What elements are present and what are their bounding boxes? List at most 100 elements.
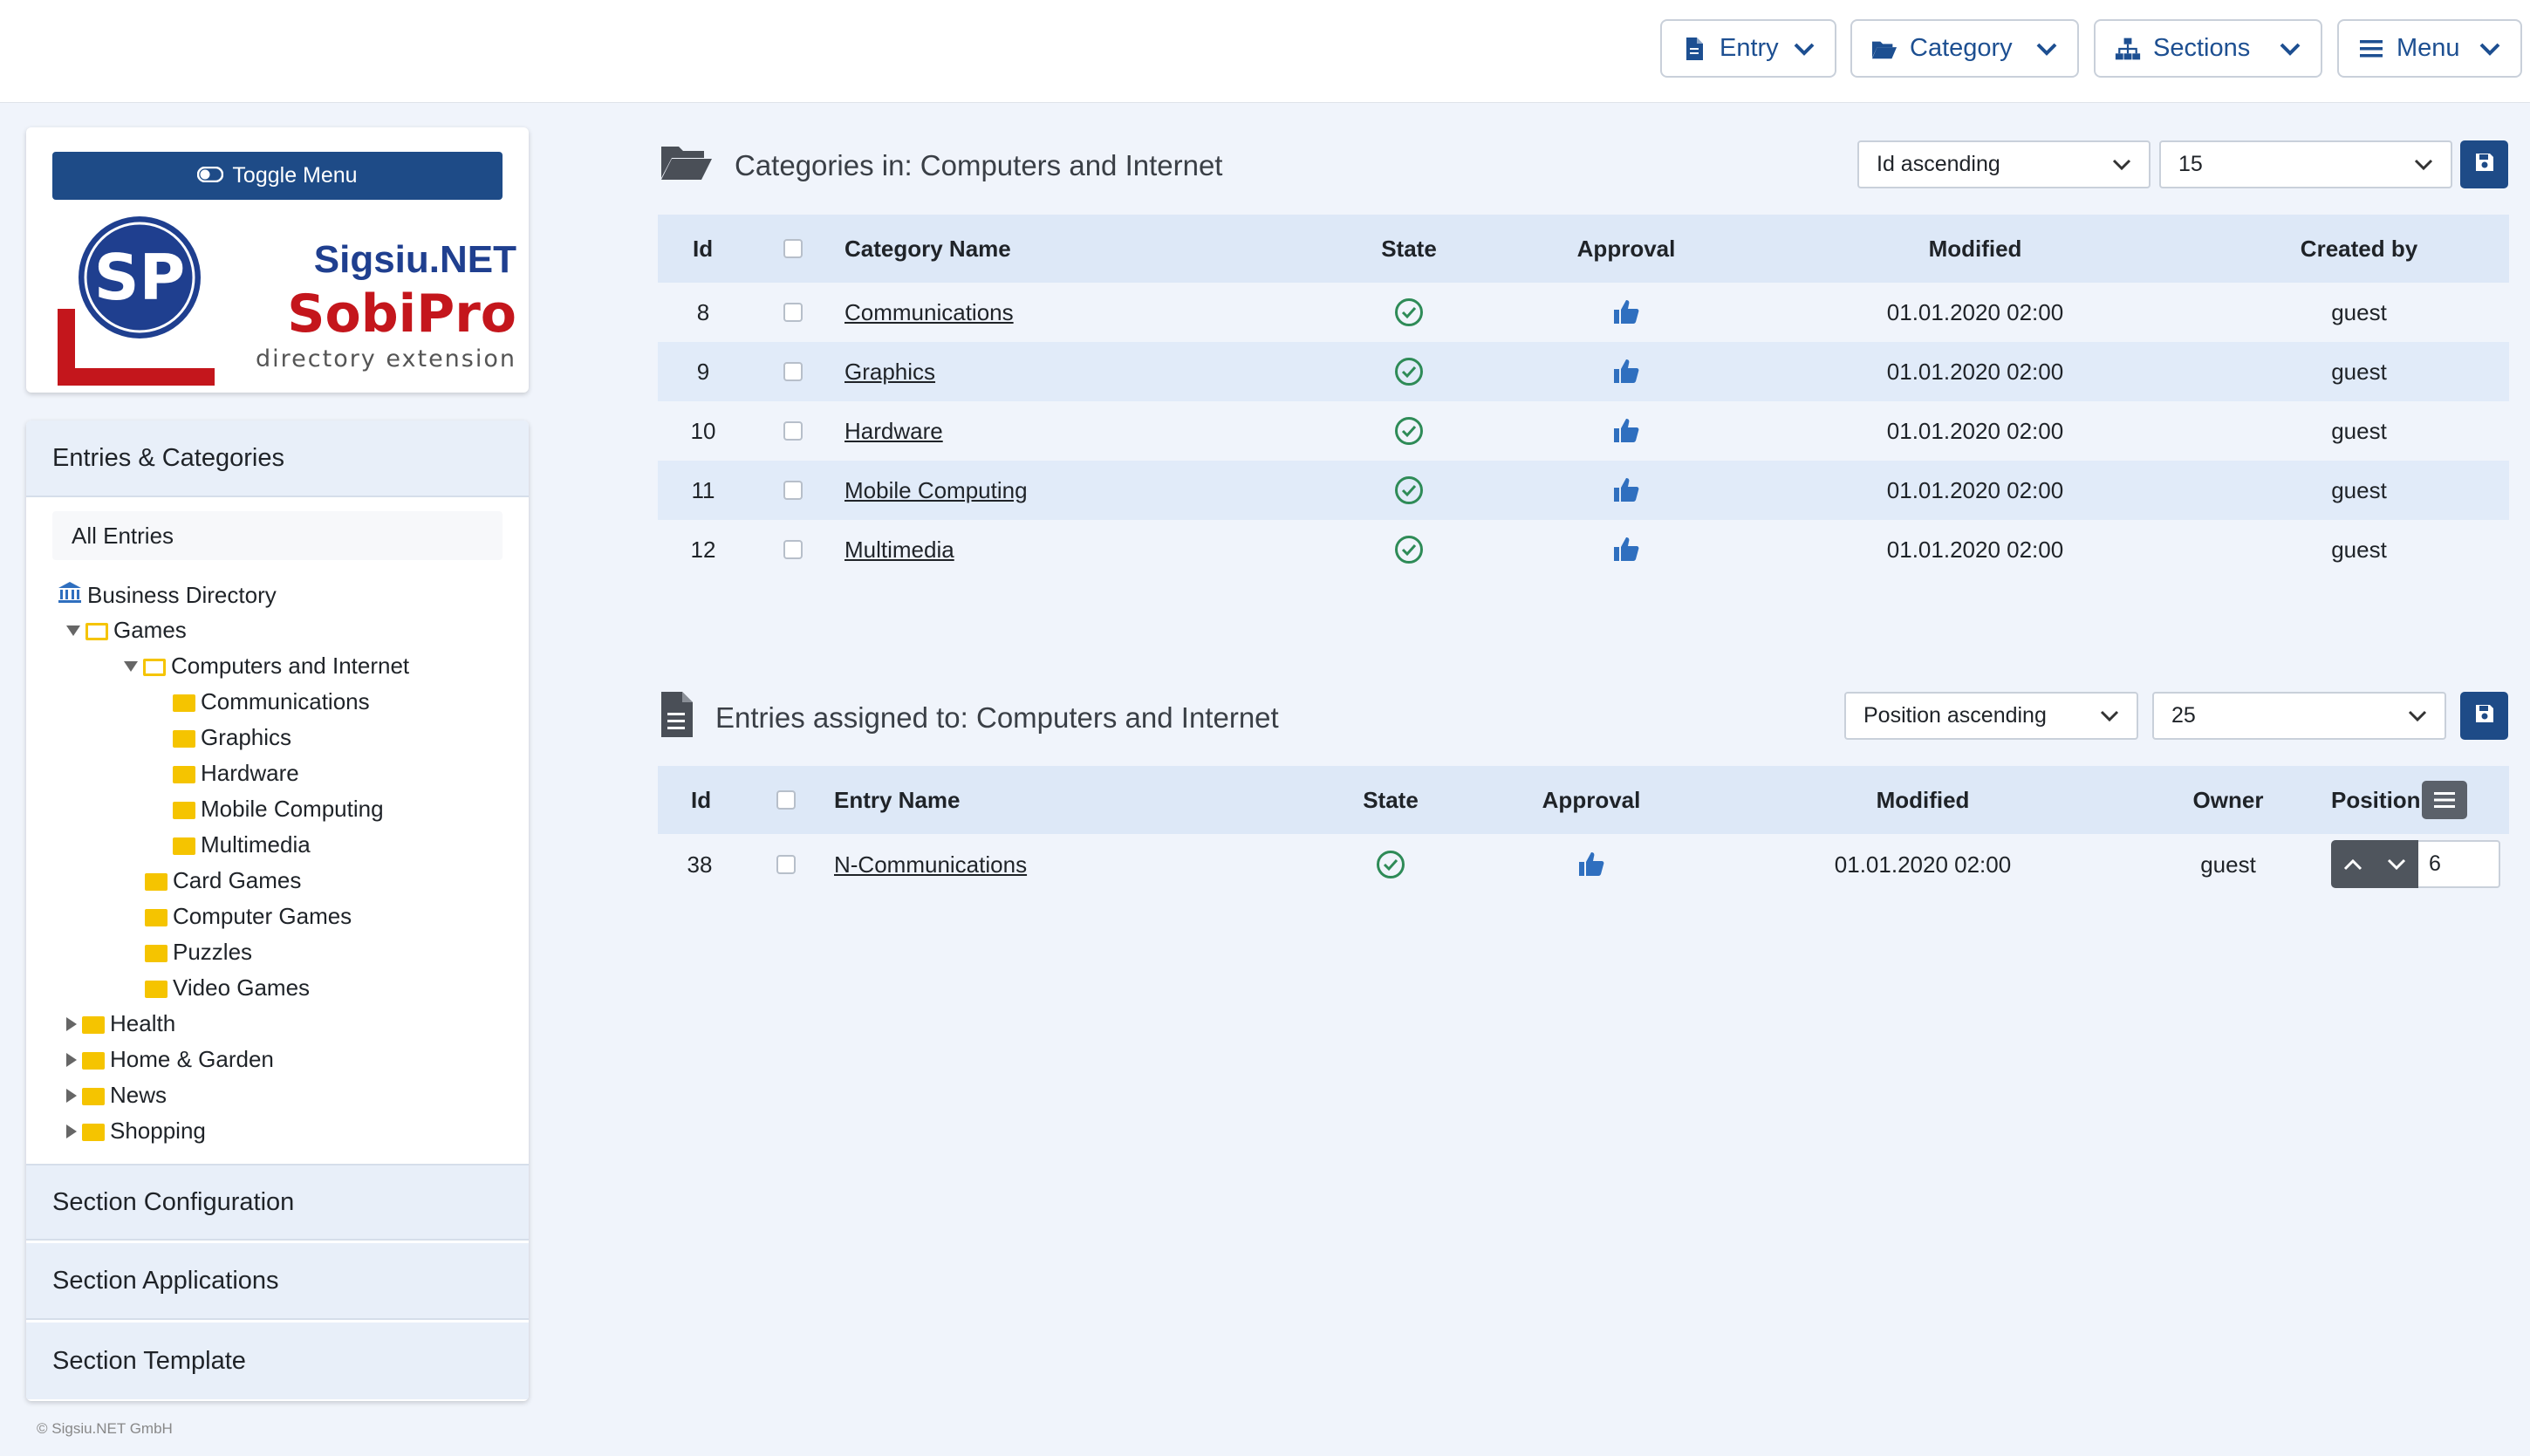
caret-down-icon bbox=[124, 660, 138, 672]
tree-item-computer-games[interactable]: Computer Games bbox=[145, 903, 352, 930]
tree-label: Mobile Computing bbox=[201, 796, 384, 822]
tree-item-card-games[interactable]: Card Games bbox=[145, 867, 301, 894]
col-approval[interactable]: Approval bbox=[1539, 215, 1713, 283]
row-checkbox[interactable] bbox=[776, 834, 796, 895]
thumbs-up-icon[interactable] bbox=[1539, 283, 1713, 342]
col-modified[interactable]: Modified bbox=[1818, 766, 2027, 834]
entries-save-button[interactable] bbox=[2460, 692, 2508, 740]
col-modified[interactable]: Modified bbox=[1870, 215, 2080, 283]
categories-title: Categories in: Computers and Internet bbox=[660, 143, 1222, 188]
entry-menu-button[interactable]: Entry bbox=[1660, 19, 1836, 78]
chevron-down-icon bbox=[2387, 858, 2406, 870]
chevron-down-icon bbox=[2279, 34, 2301, 63]
move-down-button[interactable] bbox=[2375, 840, 2418, 888]
col-entry-name[interactable]: Entry Name bbox=[834, 766, 961, 834]
copyright: © Sigsiu.NET GmbH bbox=[37, 1420, 173, 1437]
sections-menu-button[interactable]: Sections bbox=[2094, 19, 2322, 78]
row-id: 11 bbox=[691, 476, 715, 503]
state-published-icon[interactable] bbox=[1335, 401, 1483, 461]
accordion-section-applications[interactable]: Section Applications bbox=[26, 1243, 529, 1320]
accordion-section-configuration[interactable]: Section Configuration bbox=[26, 1164, 529, 1241]
select-all-checkbox[interactable] bbox=[783, 215, 803, 283]
col-position[interactable]: Position bbox=[2331, 766, 2421, 834]
categories-limit-select[interactable]: 15 bbox=[2159, 140, 2452, 188]
main-menu-button[interactable]: Menu bbox=[2337, 19, 2522, 78]
tree-label: Communications bbox=[201, 688, 370, 714]
col-state[interactable]: State bbox=[1335, 215, 1483, 283]
state-published-icon[interactable] bbox=[1335, 283, 1483, 342]
tree-item-shopping[interactable]: Shopping bbox=[66, 1118, 206, 1145]
tree-label: Card Games bbox=[173, 867, 302, 893]
category-link[interactable]: Communications bbox=[844, 283, 1014, 342]
row-id: 12 bbox=[690, 536, 716, 563]
category-link[interactable]: Graphics bbox=[844, 342, 935, 401]
all-entries-link[interactable]: All Entries bbox=[52, 511, 503, 560]
tree-item-multimedia[interactable]: Multimedia bbox=[173, 831, 311, 858]
row-id: 38 bbox=[687, 851, 713, 878]
state-published-icon[interactable] bbox=[1335, 342, 1483, 401]
row-checkbox[interactable] bbox=[783, 401, 803, 461]
tree-item-puzzles[interactable]: Puzzles bbox=[145, 939, 252, 966]
state-published-icon[interactable] bbox=[1316, 834, 1465, 895]
thumbs-up-icon[interactable] bbox=[1539, 342, 1713, 401]
entries-limit-select[interactable]: 25 bbox=[2152, 692, 2446, 740]
entries-order-select[interactable]: Position ascending bbox=[1844, 692, 2138, 740]
category-menu-button[interactable]: Category bbox=[1850, 19, 2079, 78]
state-published-icon[interactable] bbox=[1335, 461, 1483, 520]
thumbs-up-icon[interactable] bbox=[1539, 401, 1713, 461]
thumbs-up-icon[interactable] bbox=[1539, 520, 1713, 579]
col-created-by[interactable]: Created by bbox=[2254, 215, 2464, 283]
tree-item-home-garden[interactable]: Home & Garden bbox=[66, 1046, 274, 1073]
select-value: Position ascending bbox=[1863, 703, 2047, 728]
tree-item-computers-internet[interactable]: Computers and Internet bbox=[124, 653, 409, 680]
row-owner: guest bbox=[2200, 851, 2256, 878]
state-published-icon[interactable] bbox=[1335, 520, 1483, 579]
categories-save-button[interactable] bbox=[2460, 140, 2508, 188]
thumbs-up-icon[interactable] bbox=[1504, 834, 1679, 895]
tree-item-mobile-computing[interactable]: Mobile Computing bbox=[173, 796, 384, 823]
reorder-button[interactable] bbox=[2422, 766, 2467, 834]
tree-item-hardware[interactable]: Hardware bbox=[173, 760, 299, 787]
folder-open-icon bbox=[143, 658, 166, 676]
tree-label: Multimedia bbox=[201, 831, 311, 858]
col-approval[interactable]: Approval bbox=[1504, 766, 1679, 834]
folder-icon bbox=[82, 1015, 105, 1034]
thumbs-up-icon[interactable] bbox=[1539, 461, 1713, 520]
folder-icon bbox=[173, 694, 195, 712]
move-up-button[interactable] bbox=[2331, 840, 2375, 888]
select-value: 25 bbox=[2171, 703, 2196, 728]
category-link[interactable]: Multimedia bbox=[844, 520, 954, 579]
folder-icon bbox=[145, 908, 168, 926]
tree-label: News bbox=[110, 1082, 168, 1108]
folder-icon bbox=[173, 729, 195, 748]
categories-order-select[interactable]: Id ascending bbox=[1857, 140, 2150, 188]
entry-link[interactable]: N-Communications bbox=[834, 834, 1027, 895]
row-checkbox[interactable] bbox=[783, 342, 803, 401]
table-row: 9 Graphics 01.01.2020 02:00 guest bbox=[658, 342, 2509, 401]
tree-item-games[interactable]: Games bbox=[66, 617, 187, 644]
col-owner[interactable]: Owner bbox=[2167, 766, 2289, 834]
select-all-checkbox[interactable] bbox=[776, 766, 796, 834]
tree-item-communications[interactable]: Communications bbox=[173, 688, 370, 715]
caret-right-icon bbox=[66, 1052, 77, 1067]
row-checkbox[interactable] bbox=[783, 283, 803, 342]
col-category-name[interactable]: Category Name bbox=[844, 215, 1011, 283]
toggle-menu-button[interactable]: Toggle Menu bbox=[52, 152, 503, 200]
bars-icon bbox=[2358, 36, 2384, 62]
accordion-label: Section Configuration bbox=[52, 1187, 295, 1216]
tree-item-graphics[interactable]: Graphics bbox=[173, 724, 291, 751]
table-row: 8 Communications 01.01.2020 02:00 guest bbox=[658, 283, 2509, 342]
category-link[interactable]: Hardware bbox=[844, 401, 943, 461]
accordion-entries-categories[interactable]: Entries & Categories bbox=[26, 420, 529, 497]
tree-item-video-games[interactable]: Video Games bbox=[145, 974, 310, 1001]
col-state[interactable]: State bbox=[1316, 766, 1465, 834]
tree-item-business-directory[interactable]: Business Directory bbox=[58, 581, 277, 610]
row-checkbox[interactable] bbox=[783, 520, 803, 579]
file-icon bbox=[660, 691, 694, 745]
row-checkbox[interactable] bbox=[783, 461, 803, 520]
position-input[interactable]: 6 bbox=[2418, 840, 2500, 888]
accordion-section-template[interactable]: Section Template bbox=[26, 1323, 529, 1399]
tree-item-health[interactable]: Health bbox=[66, 1010, 175, 1037]
tree-item-news[interactable]: News bbox=[66, 1082, 167, 1109]
category-link[interactable]: Mobile Computing bbox=[844, 461, 1028, 520]
